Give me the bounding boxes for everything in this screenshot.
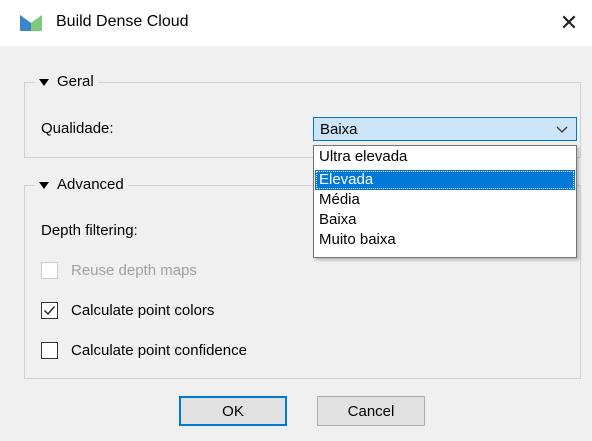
- cancel-button[interactable]: Cancel: [317, 396, 425, 426]
- quality-option[interactable]: Ultra elevada: [315, 147, 575, 167]
- close-icon: ✕: [559, 10, 579, 35]
- quality-option[interactable]: Média: [315, 190, 575, 210]
- reuse-depth-maps-checkbox[interactable]: [41, 262, 58, 279]
- chevron-down-icon: [556, 126, 568, 133]
- calculate-point-confidence-label: Calculate point confidence: [71, 342, 247, 359]
- ok-button[interactable]: OK: [179, 396, 287, 426]
- quality-dropdown-list: Ultra elevada Elevada Média Baixa Muito …: [313, 145, 577, 258]
- collapse-triangle-icon: [39, 78, 49, 86]
- advanced-group-header[interactable]: Advanced: [35, 175, 128, 195]
- build-dense-cloud-dialog: Build Dense Cloud ✕ Geral Qualidade: Bai…: [0, 0, 592, 441]
- quality-option[interactable]: Muito baixa: [315, 230, 575, 250]
- quality-option[interactable]: Baixa: [315, 210, 575, 230]
- calculate-point-colors-checkbox[interactable]: [41, 302, 58, 319]
- checkmark-icon: [44, 306, 56, 316]
- quality-select[interactable]: Baixa: [313, 117, 577, 141]
- close-button[interactable]: ✕: [546, 0, 592, 46]
- collapse-triangle-icon: [39, 181, 49, 189]
- quality-select-value: Baixa: [320, 121, 358, 138]
- app-icon: [20, 15, 42, 31]
- general-group-label: Geral: [57, 73, 94, 90]
- advanced-group-label: Advanced: [57, 176, 124, 193]
- depth-filtering-label: Depth filtering:: [41, 222, 138, 239]
- title-bar: Build Dense Cloud ✕: [0, 0, 592, 46]
- quality-label: Qualidade:: [41, 120, 114, 137]
- calculate-point-confidence-checkbox[interactable]: [41, 342, 58, 359]
- window-title: Build Dense Cloud: [56, 13, 189, 30]
- calculate-point-colors-label: Calculate point colors: [71, 302, 215, 319]
- reuse-depth-maps-label: Reuse depth maps: [71, 262, 197, 279]
- quality-option-highlighted[interactable]: Elevada: [315, 170, 575, 190]
- general-group-header[interactable]: Geral: [35, 72, 98, 92]
